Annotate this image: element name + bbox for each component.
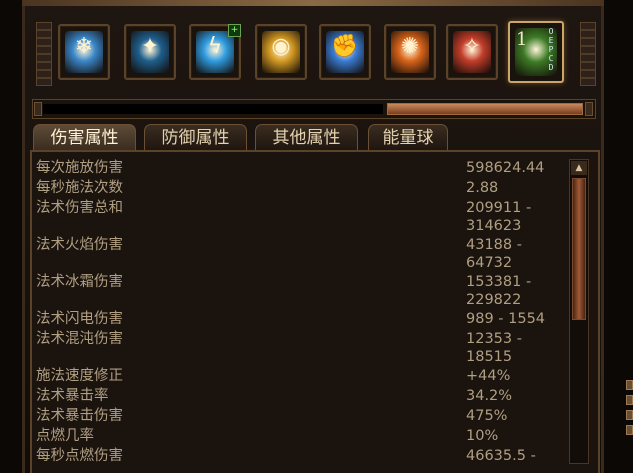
stat-label: 法术混沌伤害 (36, 331, 123, 347)
stat-label: 法术冰霜伤害 (36, 274, 123, 290)
hotkey-letter: C (548, 54, 554, 63)
stat-row: 每次施放伤害 598624.44 (36, 159, 564, 179)
hotkey-letter: O (548, 27, 554, 36)
tab-4[interactable]: 能量球 (368, 124, 448, 150)
stat-value: 2.88 (466, 179, 498, 197)
stat-value-line: 10% (466, 428, 499, 444)
stat-value-line: 34.2% (466, 388, 513, 404)
stat-value-line: 209911 - (466, 200, 532, 216)
scroll-up-arrow-icon[interactable]: ▲ (571, 161, 587, 175)
stat-label: 法术火焰伤害 (36, 237, 123, 253)
bar-left-cap (34, 102, 42, 116)
stat-value: 10% (466, 427, 498, 445)
stat-value: 989 - 1554 (466, 310, 545, 328)
skill-glyph: ◉ (271, 34, 291, 59)
hotkey-letters: OEPCD (546, 27, 556, 72)
skill-slot-7[interactable]: ✧ (446, 24, 498, 80)
stats-scrollbar[interactable]: ▲ (569, 159, 589, 464)
stat-value-line: 46635.5 - (466, 448, 536, 464)
edge-button-3[interactable] (626, 410, 633, 420)
stat-value: 209911 - 314623 (466, 199, 531, 235)
skill-slot-4[interactable]: ◉ (255, 24, 307, 80)
stat-row: 法术混沌伤害 12353 - 18515 (36, 330, 564, 367)
skill-glyph: ϟ (207, 34, 223, 59)
tab-1[interactable]: 伤害属性 (33, 124, 136, 150)
stat-value: 34.2% (466, 387, 512, 405)
stat-value-line: 2.88 (466, 180, 499, 196)
tab-3[interactable]: 其他属性 (255, 124, 358, 150)
stat-row: 法术暴击伤害 475% (36, 407, 564, 427)
stat-row: 法术闪电伤害 989 - 1554 (36, 310, 564, 330)
stat-label: 每秒施法次数 (36, 180, 123, 196)
skill-slot-1[interactable]: ❄ (58, 24, 110, 80)
skill-glyph: ✧ (462, 34, 482, 59)
stat-value: 43188 - 64732 (466, 236, 522, 272)
right-ornament (580, 22, 596, 86)
stat-value-line: +44% (466, 368, 511, 384)
stat-value-line: 475% (466, 408, 508, 424)
stat-label: 施法速度修正 (36, 368, 123, 384)
skill-slot-5[interactable]: ✊ (319, 24, 371, 80)
stat-value-line: 153381 - (466, 274, 532, 290)
stat-label: 法术闪电伤害 (36, 311, 123, 327)
stat-label: 法术暴击率 (36, 388, 109, 404)
scroll-thumb[interactable] (572, 178, 586, 320)
hotkey-letter: P (548, 45, 554, 54)
skill-slot-6[interactable]: ✺ (384, 24, 436, 80)
stat-row: 每秒施法次数 2.88 (36, 179, 564, 199)
stat-label: 法术暴击伤害 (36, 408, 123, 424)
hotkey-letter: E (548, 36, 554, 45)
stat-value-line: 989 - 1554 (466, 311, 546, 327)
left-ornament (36, 22, 52, 86)
stat-label: 每次施放伤害 (36, 160, 123, 176)
stat-value-line: 43188 - (466, 237, 522, 253)
stat-value-line: 598624.44 (466, 160, 545, 176)
stat-row: 法术冰霜伤害 153381 - 229822 (36, 273, 564, 310)
tab-2[interactable]: 防御属性 (144, 124, 247, 150)
skill-glyph: ❄ (74, 34, 94, 59)
skill-bar: ❄ ✦ ϟ + ◉ ✊ ✺ ✧ 1 O E P C D (58, 21, 568, 90)
skill-point-plus-icon[interactable]: + (228, 24, 241, 37)
stat-row: 法术火焰伤害 43188 - 64732 (36, 236, 564, 273)
stat-value: 12353 - 18515 (466, 330, 522, 366)
stat-row: 法术伤害总和 209911 - 314623 (36, 199, 564, 236)
experience-bar (32, 99, 596, 119)
stat-row: 法术暴击率 34.2% (36, 387, 564, 407)
stat-row: 点燃几率 10% (36, 427, 564, 447)
stat-row: 施法速度修正 +44% (36, 367, 564, 387)
edge-button-2[interactable] (626, 395, 633, 405)
frame-top-border (22, 0, 604, 6)
stat-value-line: 12353 - (466, 331, 522, 347)
edge-button-4[interactable] (626, 425, 633, 435)
stat-value-line: 314623 (466, 218, 522, 234)
stat-value-line: 18515 (466, 349, 513, 365)
stats-list: 每次施放伤害 598624.44 每秒施法次数 2.88 法术伤害总和 209911 - 3… (36, 159, 564, 467)
stat-value: 153381 - 229822 (466, 273, 531, 309)
skill-glyph: ✊ (331, 34, 359, 59)
stat-label: 点燃几率 (36, 428, 94, 444)
skill-slot-8[interactable]: 1 OEPCD (508, 21, 564, 83)
stat-value: 475% (466, 407, 507, 425)
stat-value: 598624.44 (466, 159, 544, 177)
hotkey-number: 1 (516, 29, 528, 50)
skill-glyph: ✦ (140, 34, 160, 59)
experience-bar-empty (43, 104, 383, 114)
stat-row: 每秒点燃伤害 46635.5 - (36, 447, 564, 467)
stat-value: +44% (466, 367, 510, 385)
experience-bar-fill (387, 103, 583, 115)
hotkey-letter: D (548, 63, 554, 72)
skill-slot-2[interactable]: ✦ (124, 24, 176, 80)
stat-value-line: 229822 (466, 292, 522, 308)
skill-glyph: ✺ (400, 34, 420, 59)
stat-label: 法术伤害总和 (36, 200, 123, 216)
stat-value: 46635.5 - (466, 447, 536, 465)
stat-value-line: 64732 (466, 255, 513, 271)
edge-button-1[interactable] (626, 380, 633, 390)
stat-label: 每秒点燃伤害 (36, 448, 123, 464)
stats-panel: 每次施放伤害 598624.44 每秒施法次数 2.88 法术伤害总和 209911 - 3… (30, 150, 600, 473)
skill-slot-3[interactable]: ϟ + (189, 24, 241, 80)
bar-right-cap (585, 102, 593, 116)
